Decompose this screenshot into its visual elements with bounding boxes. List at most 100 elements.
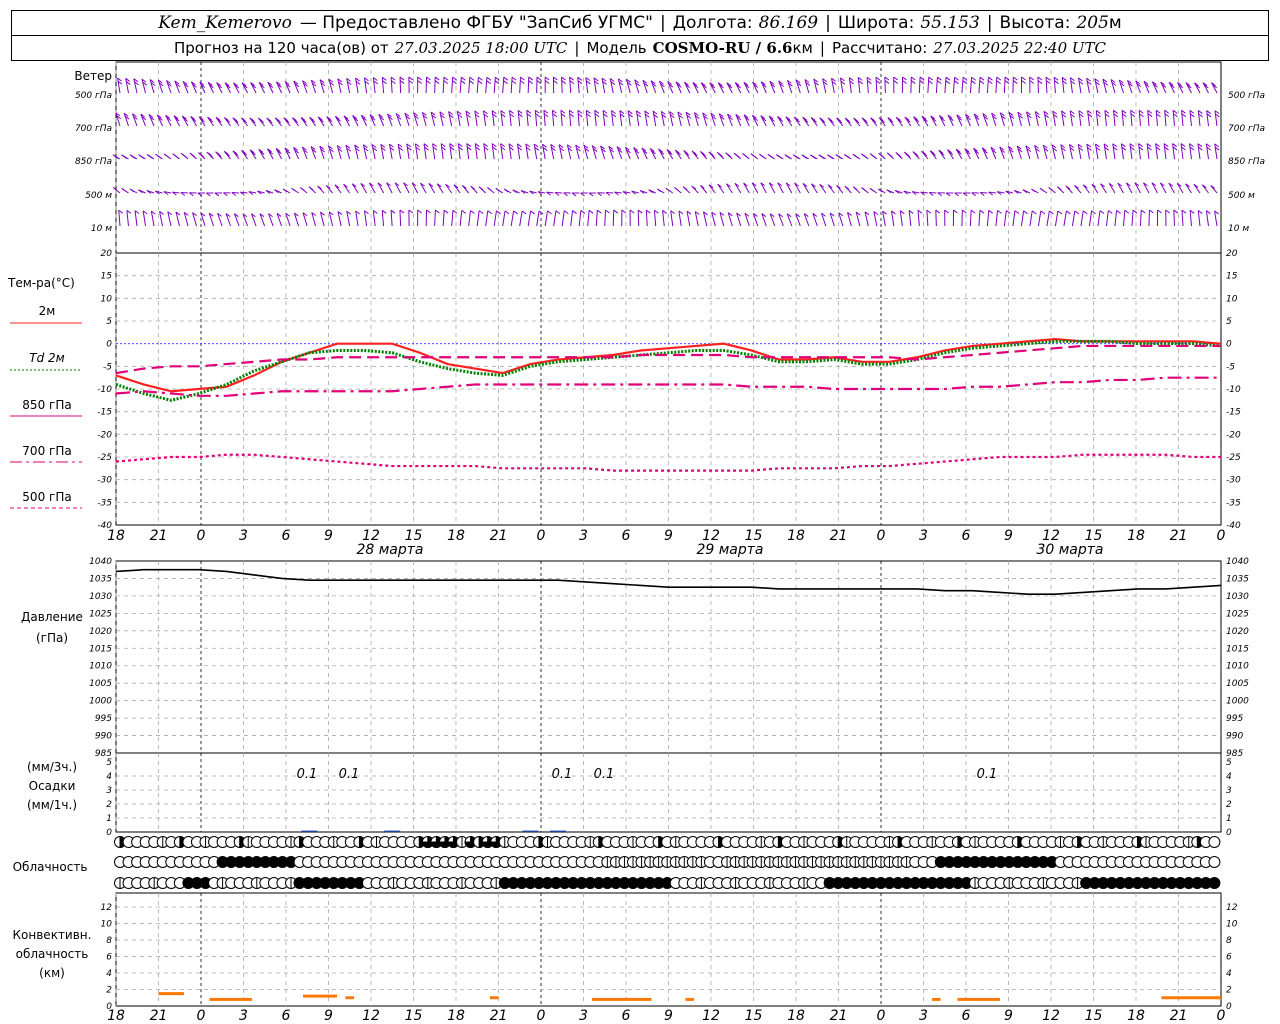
- wind-barb-feather: [760, 154, 766, 159]
- legend-label-td2m: Td 2м: [29, 351, 64, 365]
- wind-barb-feather: [937, 76, 942, 81]
- wind-barb-shaft: [848, 77, 852, 94]
- x-tick-label: 21: [1170, 1008, 1188, 1024]
- wind-barb-shaft: [935, 77, 938, 94]
- wind-barb-feather: [434, 76, 440, 81]
- wind-barb-feather: [936, 80, 942, 85]
- conv-cloud-bar: [345, 996, 354, 1000]
- wind-barb-shaft: [1117, 182, 1124, 194]
- conv-y-tick: 2: [106, 986, 112, 996]
- wind-barb-feather: [954, 80, 959, 85]
- x-tick-label: 3: [579, 1008, 588, 1024]
- x-tick-label: 3: [239, 528, 248, 544]
- wind-barb-shaft: [517, 110, 521, 127]
- x-tick-label: 3: [919, 1008, 928, 1024]
- wind-barb-shaft: [414, 143, 419, 160]
- pressure-y-tick-right: 1000: [1226, 697, 1249, 707]
- wind-barb-feather: [487, 187, 492, 191]
- precip-bar: [384, 830, 401, 832]
- precip-label-4: 0.1: [594, 767, 615, 782]
- precip-y-tick-right: 1: [1226, 814, 1232, 824]
- wind-barb-shaft: [927, 77, 930, 94]
- wind-barb-shaft: [1061, 110, 1065, 127]
- wind-barb-shaft: [645, 210, 648, 227]
- pressure-y-tick: 1020: [89, 627, 112, 637]
- temp-y-tick: 20: [101, 249, 113, 259]
- wind-barb-shaft: [1080, 210, 1084, 227]
- wind-barb-feather: [996, 76, 1002, 81]
- conv-cloud-bar: [158, 992, 184, 996]
- wind-barb-shaft: [653, 210, 657, 227]
- conv-y-tick: 6: [106, 953, 112, 963]
- wind-barb-shaft: [390, 210, 393, 227]
- wind-level-10m: 10 м: [91, 224, 112, 234]
- x-tick-label: 9: [1004, 1008, 1013, 1024]
- precip-y-tick-right: 2: [1226, 800, 1232, 810]
- wind-barb-shaft: [918, 77, 921, 94]
- precip-label-2: 0.1: [339, 767, 360, 782]
- wind-barb-feather: [1021, 80, 1026, 84]
- wind-barb-shaft: [1120, 143, 1124, 160]
- wind-barb-feather: [786, 155, 791, 160]
- wind-barb-shaft: [1168, 182, 1175, 194]
- wind-barb-shaft: [485, 77, 488, 94]
- x-tick-label: 6: [962, 528, 971, 544]
- wind-barb-shaft: [811, 183, 818, 194]
- wind-barb-feather: [944, 209, 949, 214]
- wind-barb-shaft: [434, 210, 436, 227]
- pressure-y-tick: 990: [95, 732, 112, 742]
- legend-label-700: 700 гПа: [22, 444, 71, 458]
- wind-barb-feather: [953, 209, 958, 214]
- wind-barb-shaft: [1012, 210, 1016, 227]
- temp-series-line: [115, 376, 1221, 397]
- wind-barb-shaft: [1061, 77, 1065, 94]
- wind-barb-feather: [588, 209, 594, 214]
- wind-barb-feather: [477, 80, 483, 85]
- x-tick-label: 21: [490, 528, 508, 544]
- precip-label-1: 0.1: [297, 767, 318, 782]
- wind-barb-shaft: [399, 77, 402, 94]
- wind-barb-shaft: [428, 183, 436, 194]
- wind-barb-feather: [519, 80, 525, 84]
- wind-barb-shaft: [1114, 210, 1118, 227]
- conv-y-tick-right: 0: [1226, 1002, 1232, 1012]
- meteogram-chart: Ветер Тем-ра(°С) Давление (гПа) (мм/3ч.)…: [7, 61, 1265, 1024]
- wind-barb-shaft: [1164, 110, 1167, 127]
- precip-label-5: 0.1: [977, 767, 998, 782]
- wind-barb-shaft: [1020, 210, 1025, 227]
- x-tick-label: 15: [1085, 528, 1103, 544]
- day-label-1: 28 марта: [356, 542, 423, 558]
- temp-y-tick-right: 10: [1226, 294, 1238, 304]
- wind-barb-shaft: [510, 77, 513, 94]
- wind-barb-shaft: [474, 143, 478, 160]
- pressure-y-tick: 995: [95, 714, 112, 724]
- legend-label-500: 500 гПа: [22, 490, 71, 504]
- cloud-cover-symbol: [1208, 877, 1221, 889]
- pressure-y-tick: 1025: [89, 609, 112, 619]
- wind-barb-shaft: [978, 210, 981, 227]
- conv-cloud-bar: [685, 997, 694, 1001]
- pressure-y-tick-right: 1025: [1226, 609, 1249, 619]
- wind-barb-shaft: [604, 210, 607, 227]
- wind-barb-feather: [496, 210, 501, 215]
- wind-barb-shaft: [890, 210, 895, 227]
- wind-barb-shaft: [343, 183, 351, 194]
- wind-barb-feather: [121, 187, 126, 192]
- wind-barb-shaft: [493, 77, 496, 94]
- wind-barb-shaft: [1181, 210, 1184, 227]
- wind-barb-feather: [996, 80, 1001, 85]
- wind-barb-feather: [460, 80, 466, 85]
- wind-barb-feather: [954, 76, 959, 81]
- x-tick-label: 12: [1042, 1008, 1060, 1024]
- wind-barb-shaft: [1046, 210, 1050, 227]
- wind-barb-feather: [1157, 209, 1162, 214]
- wind-barb-shaft: [551, 110, 555, 127]
- wind-barb-feather: [417, 209, 423, 214]
- wind-barb-shaft: [1097, 210, 1101, 227]
- wind-barb-feather: [928, 80, 933, 85]
- conv-title-1: Конвективн.: [13, 928, 92, 942]
- wind-barb-shaft: [594, 110, 597, 127]
- x-tick-label: 21: [1170, 528, 1188, 544]
- wind-barb-shaft: [969, 77, 973, 94]
- wind-barb-shaft: [1205, 210, 1209, 227]
